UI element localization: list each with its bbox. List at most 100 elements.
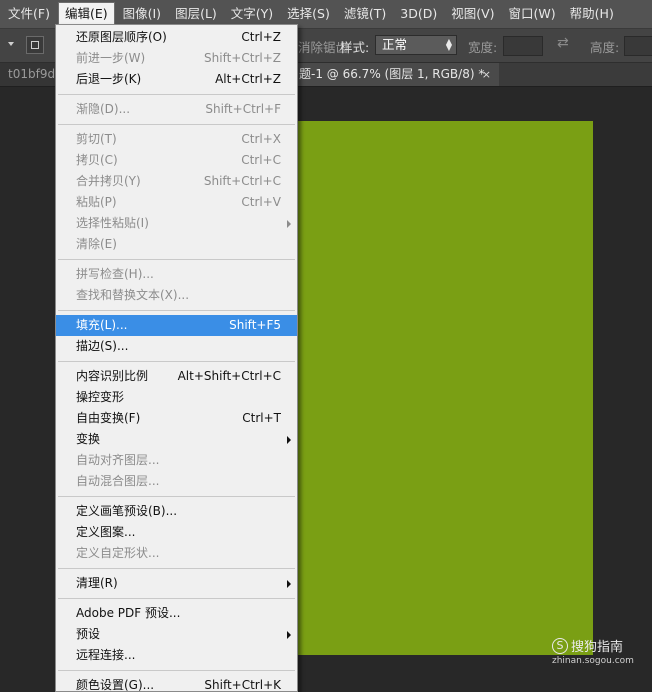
menu-item[interactable]: 变换 [56,429,297,450]
style-label: 样式: [340,40,370,55]
watermark-text: 搜狗指南 [571,640,624,655]
menu-item[interactable]: 颜色设置(G)... Shift+Ctrl+K [56,675,297,692]
menu-item-label: 变换 [76,432,101,446]
style-select[interactable]: 正常 ▲ ▼ [375,35,457,55]
menu-separator [58,598,295,599]
menu-item-label: 渐隐(D)... [76,102,131,116]
tool-preset-dropdown-icon[interactable] [8,42,14,46]
menu-item-label: 后退一步(K) [76,72,142,86]
menu-separator [58,670,295,671]
height-input[interactable] [624,36,652,56]
menu-item: 选择性粘贴(I) [56,213,297,234]
width-label: 宽度: [468,40,498,55]
submenu-arrow-icon [287,580,291,588]
menubar-item[interactable]: 选择(S) [281,2,336,26]
menu-item-label: 填充(L)... [76,318,128,332]
menu-item: 清除(E) [56,234,297,255]
watermark-url: zhinan.sogou.com [552,656,634,666]
menu-item[interactable]: Adobe PDF 预设... [56,603,297,624]
menu-item-shortcut: Alt+Ctrl+Z [215,72,281,86]
menu-item-label: 远程连接... [76,648,136,662]
menu-item-shortcut: Shift+F5 [229,318,281,332]
menu-item: 合并拷贝(Y) Shift+Ctrl+C [56,171,297,192]
menu-item[interactable]: 远程连接... [56,645,297,666]
menu-item-label: 自动混合图层... [76,474,160,488]
document-tab-active[interactable]: 题-1 @ 66.7% (图层 1, RGB/8) * × [295,63,499,86]
menu-item: 自动对齐图层... [56,450,297,471]
menu-item-label: 颜色设置(G)... [76,678,155,692]
menu-separator [58,94,295,95]
menu-item[interactable]: 定义图案... [56,522,297,543]
sogou-logo-icon: S [552,637,568,654]
menu-item: 拷贝(C) Ctrl+C [56,150,297,171]
menu-item[interactable]: 操控变形 [56,387,297,408]
menubar-item[interactable]: 编辑(E) [57,2,115,26]
menu-item-label: 还原图层顺序(O) [76,30,167,44]
marquee-tool-icon[interactable] [26,36,44,54]
menubar-item[interactable]: 文件(F) [2,2,56,26]
menu-item-label: 前进一步(W) [76,51,146,65]
menu-item-label: 清除(E) [76,237,117,251]
document-tab-inactive[interactable]: t01bf9d [0,63,56,86]
menu-item-shortcut: Shift+Ctrl+Z [204,51,281,65]
menu-item-label: 操控变形 [76,390,125,404]
menu-item: 粘贴(P) Ctrl+V [56,192,297,213]
menu-item[interactable]: 定义画笔预设(B)... [56,501,297,522]
menubar-item[interactable]: 文字(Y) [225,2,279,26]
menu-item: 剪切(T) Ctrl+X [56,129,297,150]
menubar-item[interactable]: 滤镜(T) [338,2,392,26]
menu-item-shortcut: Ctrl+T [242,411,281,425]
menu-separator [58,496,295,497]
sogou-watermark: S 搜狗指南 zhinan.sogou.com [552,636,634,666]
menu-item-label: 定义图案... [76,525,136,539]
menu-item: 定义自定形状... [56,543,297,564]
menubar-item[interactable]: 图层(L) [169,2,223,26]
menu-item-label: 自由变换(F) [76,411,141,425]
menubar-item[interactable]: 帮助(H) [564,2,620,26]
menu-item-shortcut: Shift+Ctrl+K [204,678,281,692]
document-tab-title: 题-1 @ 66.7% (图层 1, RGB/8) * [299,67,485,81]
menu-item: 查找和替换文本(X)... [56,285,297,306]
menu-item[interactable]: 描边(S)... [56,336,297,357]
submenu-arrow-icon [287,631,291,639]
menubar-item[interactable]: 窗口(W) [503,2,562,26]
swap-arrows-icon[interactable]: ⇄ [557,35,569,51]
menu-item-shortcut: Shift+Ctrl+F [205,102,281,116]
menu-item-label: 自动对齐图层... [76,453,160,467]
menu-item: 拼写检查(H)... [56,264,297,285]
menubar-item[interactable]: 3D(D) [394,2,443,26]
menu-item-shortcut: Ctrl+X [241,132,281,146]
menu-item[interactable]: 后退一步(K) Alt+Ctrl+Z [56,69,297,90]
submenu-arrow-icon [287,220,291,228]
menu-item-label: 拼写检查(H)... [76,267,154,281]
width-input[interactable] [503,36,543,56]
menu-item: 前进一步(W) Shift+Ctrl+Z [56,48,297,69]
menu-item-shortcut: Ctrl+Z [241,30,281,44]
menubar-item[interactable]: 视图(V) [445,2,500,26]
menu-item-label: 查找和替换文本(X)... [76,288,190,302]
menu-item[interactable]: 内容识别比例 Alt+Shift+Ctrl+C [56,366,297,387]
menu-item-label: 定义自定形状... [76,546,160,560]
up-down-arrow-icon: ▲ ▼ [445,37,452,52]
submenu-arrow-icon [287,436,291,444]
menu-item-shortcut: Ctrl+V [241,195,281,209]
menu-item-label: 清理(R) [76,576,118,590]
menu-item[interactable]: 自由变换(F) Ctrl+T [56,408,297,429]
menu-item-label: 定义画笔预设(B)... [76,504,178,518]
menu-item[interactable]: 清理(R) [56,573,297,594]
document-canvas[interactable] [296,121,593,655]
style-select-value: 正常 [382,37,408,52]
menubar-item[interactable]: 图像(I) [117,2,167,26]
menu-item-shortcut: Ctrl+C [241,153,281,167]
menu-item: 自动混合图层... [56,471,297,492]
menu-item-label: 描边(S)... [76,339,129,353]
edit-menu-dropdown: 还原图层顺序(O) Ctrl+Z 前进一步(W) Shift+Ctrl+Z 后退一步(K… [55,24,298,692]
menu-item: 渐隐(D)... Shift+Ctrl+F [56,99,297,120]
menu-separator [58,361,295,362]
menu-item[interactable]: 还原图层顺序(O) Ctrl+Z [56,27,297,48]
menu-item[interactable]: 预设 [56,624,297,645]
menu-item-label: 剪切(T) [76,132,117,146]
menu-item[interactable]: 填充(L)... Shift+F5 [56,315,297,336]
close-tab-icon[interactable]: × [482,63,491,86]
menu-item-label: 内容识别比例 [76,369,149,383]
